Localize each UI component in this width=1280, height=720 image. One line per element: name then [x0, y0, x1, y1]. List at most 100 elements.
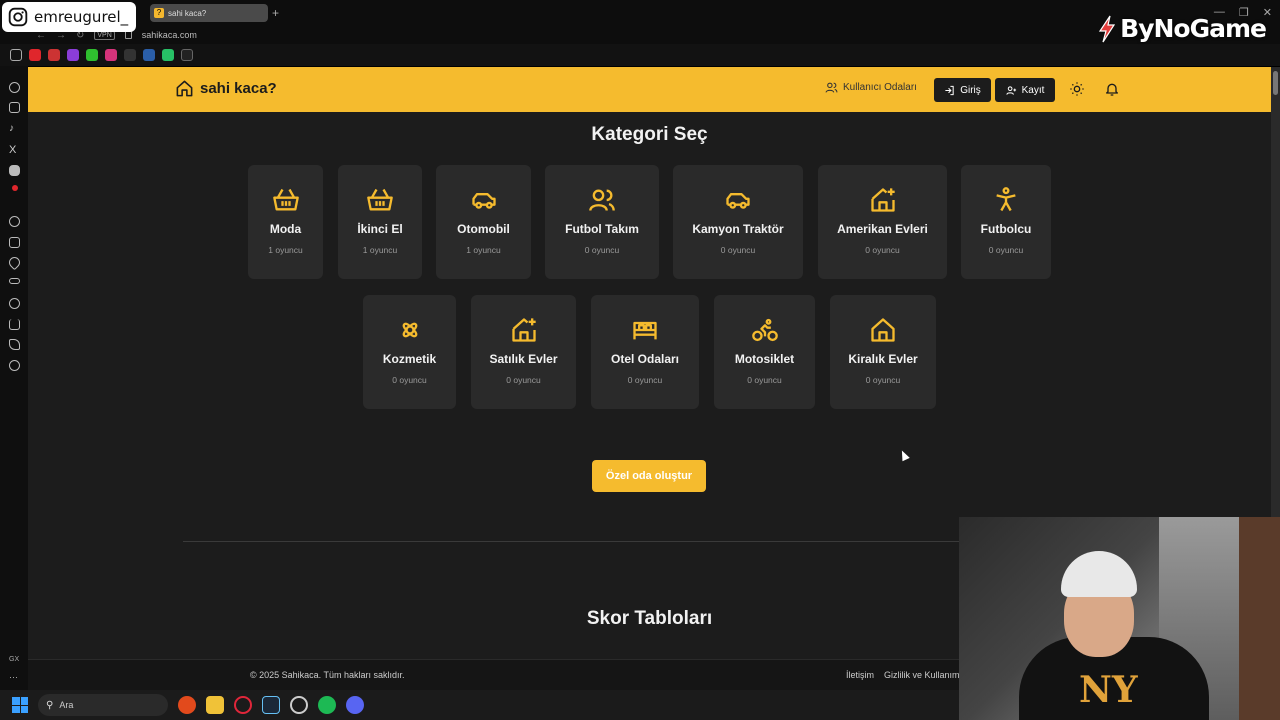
users-icon — [825, 82, 838, 93]
chatgpt-icon[interactable] — [9, 82, 20, 93]
register-button[interactable]: Kayıt — [995, 78, 1055, 102]
youtube-icon[interactable] — [29, 49, 41, 61]
category-card-futbol-takim[interactable]: Futbol Takım 0 oyuncu — [545, 165, 659, 279]
url-field[interactable]: sahikaca.com — [142, 30, 197, 40]
category-card-kiralik-evler[interactable]: Kiralık Evler 0 oyuncu — [830, 295, 936, 409]
create-room-button[interactable]: Özel oda oluştur — [592, 460, 706, 492]
user-rooms-label: Kullanıcı Odaları — [843, 82, 917, 93]
new-tab-button[interactable]: + — [272, 6, 279, 20]
instagram-bookmark-icon[interactable] — [105, 49, 117, 61]
instagram-handle: emreugurel_ — [34, 8, 129, 26]
category-card-ikinci-el[interactable]: İkinci El 1 oyuncu — [338, 165, 422, 279]
car-icon — [471, 193, 496, 209]
category-count: 0 oyuncu — [506, 375, 541, 385]
download-icon[interactable] — [9, 319, 20, 330]
spotify-icon[interactable] — [9, 216, 20, 227]
home-icon — [176, 80, 193, 97]
taskbar-search-label: Ara — [59, 700, 74, 710]
category-count: 0 oyuncu — [584, 245, 620, 255]
extensions-icon[interactable] — [9, 237, 20, 248]
category-count: 0 oyuncu — [627, 375, 663, 385]
kick-icon[interactable] — [86, 49, 98, 61]
category-card-moda[interactable]: Moda 1 oyuncu — [248, 165, 323, 279]
settings-icon[interactable] — [9, 360, 20, 371]
category-name: Otel Odaları — [610, 352, 680, 366]
browser-app-icon[interactable] — [178, 696, 196, 714]
gx-icon[interactable]: GX — [9, 656, 20, 667]
category-card-kozmetik[interactable]: Kozmetik 0 oyuncu — [363, 295, 456, 409]
category-count: 0 oyuncu — [747, 375, 782, 385]
category-card-futbolcu[interactable]: Futbolcu 0 oyuncu — [961, 165, 1051, 279]
login-button[interactable]: Giriş — [934, 78, 991, 102]
browser-tab[interactable]: ? sahi kaca? — [150, 4, 268, 22]
category-count: 1 oyuncu — [268, 245, 303, 255]
bed-icon — [633, 321, 657, 340]
login-icon — [945, 85, 954, 95]
wallet-icon[interactable] — [9, 278, 20, 284]
category-name: Kozmetik — [382, 352, 437, 366]
discord-icon[interactable] — [9, 165, 20, 176]
bike-icon — [751, 318, 778, 342]
bookmarks-bar — [0, 44, 1280, 66]
tiktok-icon[interactable]: ♪ — [9, 123, 20, 134]
bynogame-logo: ByNoGame — [1096, 14, 1267, 43]
app-icon[interactable] — [290, 696, 308, 714]
category-name: Amerikan Evleri — [837, 222, 928, 236]
house-icon — [871, 318, 895, 342]
x-icon[interactable]: X — [9, 144, 20, 156]
category-card-otel-odalari[interactable]: Otel Odaları 0 oyuncu — [591, 295, 699, 409]
brand-name: sahi kaca? — [200, 80, 277, 97]
contact-link[interactable]: İletişim — [846, 670, 874, 680]
tiktok-bookmark-icon[interactable] — [181, 49, 193, 61]
workspace-icon[interactable] — [10, 49, 22, 61]
category-count: 1 oyuncu — [466, 245, 501, 255]
tab-favicon-icon: ? — [154, 8, 164, 18]
notification-dot-icon — [12, 185, 18, 191]
opera-gx-icon[interactable] — [234, 696, 252, 714]
category-section-title: Kategori Seç — [591, 124, 708, 145]
bookmark-icon[interactable] — [124, 49, 136, 61]
user-rooms-link[interactable]: Kullanıcı Odaları — [825, 81, 917, 94]
house-plus-icon — [511, 318, 536, 342]
bynogame-text: ByNoGame — [1120, 14, 1267, 43]
heart-icon[interactable] — [6, 254, 23, 271]
scrollbar-thumb[interactable] — [1273, 71, 1278, 95]
green-app-icon[interactable] — [162, 49, 174, 61]
spotify-taskbar-icon[interactable] — [318, 696, 336, 714]
users-icon — [589, 189, 615, 211]
category-name: Futbol Takım — [565, 222, 639, 236]
category-card-amerikan-evleri[interactable]: Amerikan Evleri 0 oyuncu — [818, 165, 947, 279]
more-icon[interactable]: ⋯ — [9, 672, 20, 683]
discord-taskbar-icon[interactable] — [346, 696, 364, 714]
category-card-kamyon-traktor[interactable]: Kamyon Traktör 0 oyuncu — [673, 165, 803, 279]
house-plus-icon — [870, 188, 895, 212]
webcam-overlay: NY — [959, 517, 1280, 720]
taskbar-search[interactable]: ⚲ Ara — [38, 694, 168, 716]
category-card-satilik-evler[interactable]: Satılık Evler 0 oyuncu — [471, 295, 576, 409]
privacy-link[interactable]: Gizlilik ve Kullanım — [884, 670, 960, 680]
basket-icon — [367, 188, 393, 211]
history-icon[interactable] — [9, 298, 20, 309]
brand-link[interactable]: sahi kaca? — [175, 79, 277, 98]
gmail-icon[interactable] — [48, 49, 60, 61]
bell-icon[interactable] — [1104, 81, 1120, 97]
u-app-icon[interactable] — [143, 49, 155, 61]
instagram-sidebar-icon[interactable] — [9, 102, 20, 113]
register-label: Kayıt — [1021, 84, 1045, 96]
windows-start-icon[interactable] — [12, 697, 28, 713]
category-card-motosiklet[interactable]: Motosiklet 0 oyuncu — [714, 295, 815, 409]
category-card-otomobil[interactable]: Otomobil 1 oyuncu — [436, 165, 531, 279]
ny-logo: NY — [1079, 669, 1138, 711]
lock-icon — [124, 31, 132, 39]
instagram-overlay: emreugurel_ — [2, 2, 137, 32]
category-name: İkinci El — [357, 222, 403, 236]
webcam-beanie — [1061, 551, 1137, 597]
browser-tab-bar: ? sahi kaca? + — ❐ ✕ — [0, 0, 1280, 26]
pinboard-icon[interactable] — [9, 339, 20, 350]
twitch-icon[interactable] — [67, 49, 79, 61]
category-count: 1 oyuncu — [362, 245, 398, 255]
steam-icon[interactable] — [262, 696, 280, 714]
file-explorer-icon[interactable] — [206, 696, 224, 714]
sun-icon[interactable] — [1069, 81, 1085, 97]
category-name: Futbolcu — [980, 222, 1032, 236]
